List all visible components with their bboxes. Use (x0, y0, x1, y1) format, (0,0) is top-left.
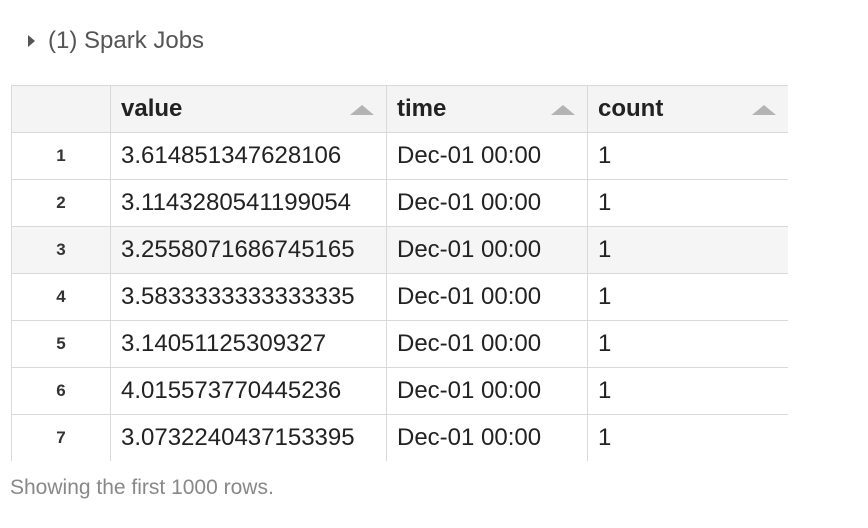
row-index: 6 (11, 367, 111, 415)
row-index: 4 (11, 273, 111, 321)
row-index: 5 (11, 320, 111, 368)
header-index (11, 85, 111, 133)
results-table-container[interactable]: value time count 1 3.614851347628106 Dec… (11, 85, 788, 461)
cell-time: Dec-01 00:00 (386, 273, 588, 321)
cell-count: 1 (587, 226, 788, 274)
cell-time: Dec-01 00:00 (386, 179, 588, 227)
cell-time: Dec-01 00:00 (386, 367, 588, 415)
cell-time: Dec-01 00:00 (386, 132, 588, 180)
cell-value: 3.2558071686745165 (110, 226, 387, 274)
header-count-label: count (598, 95, 664, 122)
spark-jobs-label: (1) Spark Jobs (48, 27, 205, 54)
table-row: 7 3.0732240437153395 Dec-01 00:00 1 (11, 414, 788, 461)
sort-ascending-icon[interactable] (350, 105, 374, 115)
header-value-label: value (121, 95, 183, 122)
row-limit-note: Showing the first 1000 rows. (10, 476, 274, 499)
cell-time: Dec-01 00:00 (386, 414, 588, 461)
cell-value: 3.0732240437153395 (110, 414, 387, 461)
table-row: 6 4.015573770445236 Dec-01 00:00 1 (11, 367, 788, 415)
row-index: 1 (11, 132, 111, 180)
results-table: value time count 1 3.614851347628106 Dec… (11, 85, 788, 461)
cell-time: Dec-01 00:00 (386, 226, 588, 274)
cell-value: 3.1143280541199054 (110, 179, 387, 227)
row-index: 3 (11, 226, 111, 274)
table-row: 2 3.1143280541199054 Dec-01 00:00 1 (11, 179, 788, 227)
notebook-cell-output: (1) Spark Jobs value time count 1 3.6148… (0, 0, 868, 528)
cell-count: 1 (587, 414, 788, 461)
cell-count: 1 (587, 132, 788, 180)
cell-value: 3.5833333333333335 (110, 273, 387, 321)
header-time[interactable]: time (386, 85, 588, 133)
header-time-label: time (397, 95, 447, 122)
cell-value: 3.14051125309327 (110, 320, 387, 368)
cell-count: 1 (587, 273, 788, 321)
cell-count: 1 (587, 367, 788, 415)
table-row: 5 3.14051125309327 Dec-01 00:00 1 (11, 320, 788, 368)
table-row: 3 3.2558071686745165 Dec-01 00:00 1 (11, 226, 788, 274)
row-index: 7 (11, 414, 111, 461)
caret-right-icon[interactable] (28, 35, 35, 47)
cell-count: 1 (587, 320, 788, 368)
header-row: value time count (11, 85, 788, 133)
row-index: 2 (11, 179, 111, 227)
table-row: 1 3.614851347628106 Dec-01 00:00 1 (11, 132, 788, 180)
cell-value: 4.015573770445236 (110, 367, 387, 415)
header-value[interactable]: value (110, 85, 387, 133)
cell-time: Dec-01 00:00 (386, 320, 588, 368)
cell-value: 3.614851347628106 (110, 132, 387, 180)
sort-ascending-icon[interactable] (551, 105, 575, 115)
header-count[interactable]: count (587, 85, 788, 133)
table-row: 4 3.5833333333333335 Dec-01 00:00 1 (11, 273, 788, 321)
spark-jobs-toggle[interactable]: (1) Spark Jobs (28, 26, 204, 56)
sort-ascending-icon[interactable] (752, 105, 776, 115)
cell-count: 1 (587, 179, 788, 227)
